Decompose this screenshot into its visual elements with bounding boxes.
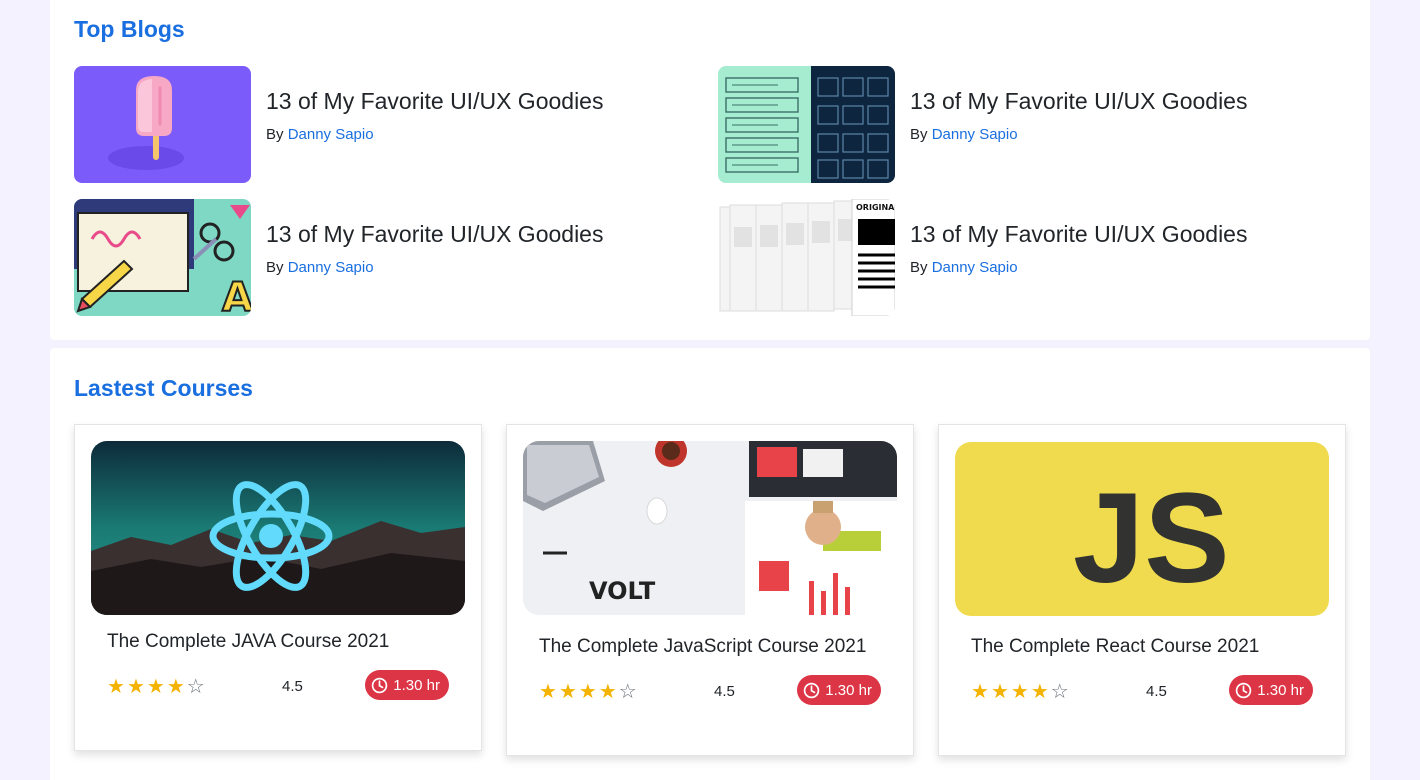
by-label: By [266,126,284,143]
blog-title[interactable]: 13 of My Favorite UI/UX Goodies [266,88,603,115]
star-icon: ★ [1030,681,1051,703]
course-card[interactable]: JS The Complete React Course 2021 ★★★★☆ … [938,424,1346,756]
star-icon: ★ [990,681,1011,703]
duration-badge: 1.30 hr [365,670,449,700]
course-card[interactable]: VOLT The Complete JavaScript Course 2021… [506,424,914,756]
course-title[interactable]: The Complete React Course 2021 [971,636,1259,658]
blog-title[interactable]: 13 of My Favorite UI/UX Goodies [910,221,1247,248]
clock-icon [371,677,388,694]
star-icon: ★ [107,676,127,698]
star-rating: ★★★★☆ [971,679,1071,704]
wireframe-grid-illustration[interactable] [718,66,895,183]
latest-courses-section: Lastest Courses The Complete JAVA Course… [50,348,1370,780]
star-icon: ★ [971,681,991,703]
svg-text:A: A [222,275,251,316]
author-link[interactable]: Danny Sapio [288,259,374,276]
duration-label: 1.30 hr [825,681,872,699]
blog-byline: By Danny Sapio [910,126,1018,143]
blog-byline: By Danny Sapio [266,259,374,276]
by-label: By [910,259,928,276]
star-outline-icon: ☆ [186,676,207,698]
clock-icon [1235,682,1252,699]
by-label: By [266,259,284,276]
duration-badge: 1.30 hr [1229,675,1313,705]
star-icon: ★ [539,681,559,703]
duration-badge: 1.30 hr [797,675,881,705]
star-icon: ★ [598,681,619,703]
popsicle-illustration[interactable] [74,66,251,183]
star-outline-icon: ☆ [618,681,639,703]
star-icon: ★ [578,681,599,703]
star-icon: ★ [146,676,167,698]
clock-icon [803,682,820,699]
javascript-logo-image[interactable]: JS [955,442,1329,616]
star-icon: ★ [126,676,147,698]
top-blogs-section: Top Blogs 13 of My Favorite UI/UX Goodie… [50,0,1370,340]
author-link[interactable]: Danny Sapio [932,259,1018,276]
author-link[interactable]: Danny Sapio [288,126,374,143]
top-blogs-heading: Top Blogs [74,16,185,42]
author-link[interactable]: Danny Sapio [932,126,1018,143]
volt-desk-image[interactable]: VOLT [523,441,897,615]
blog-item[interactable]: 13 of My Favorite UI/UX Goodies By Danny… [718,66,1318,184]
blog-item[interactable]: ORIGINA 13 of My Favorite UI/UX Goodies … [718,199,1318,317]
blog-title[interactable]: 13 of My Favorite UI/UX Goodies [910,88,1247,115]
blog-byline: By Danny Sapio [910,259,1018,276]
rating-value: 4.5 [1146,683,1167,700]
blog-item[interactable]: A 13 of My Favorite UI/UX Goodies By Dan… [74,199,674,317]
rating-value: 4.5 [282,678,303,695]
star-icon: ★ [166,676,187,698]
svg-text:ORIGINA: ORIGINA [856,203,895,212]
js-logo-text: JS [1073,467,1230,610]
blog-title[interactable]: 13 of My Favorite UI/UX Goodies [266,221,603,248]
by-label: By [910,126,928,143]
volt-logo-text: VOLT [589,577,656,605]
blog-byline: By Danny Sapio [266,126,374,143]
course-title[interactable]: The Complete JavaScript Course 2021 [539,636,866,658]
duration-label: 1.30 hr [393,676,440,694]
react-logo-image[interactable] [91,441,465,615]
star-icon: ★ [558,681,579,703]
star-rating: ★★★★☆ [539,679,639,704]
star-outline-icon: ☆ [1050,681,1071,703]
document-pages-illustration[interactable]: ORIGINA [718,199,895,316]
design-tools-illustration[interactable]: A [74,199,251,316]
course-title[interactable]: The Complete JAVA Course 2021 [107,631,389,653]
rating-value: 4.5 [714,683,735,700]
star-icon: ★ [1010,681,1031,703]
blog-item[interactable]: 13 of My Favorite UI/UX Goodies By Danny… [74,66,674,184]
duration-label: 1.30 hr [1257,681,1304,699]
star-rating: ★★★★☆ [107,674,207,699]
course-card[interactable]: The Complete JAVA Course 2021 ★★★★☆ 4.5 … [74,424,482,751]
latest-courses-heading: Lastest Courses [74,375,253,401]
